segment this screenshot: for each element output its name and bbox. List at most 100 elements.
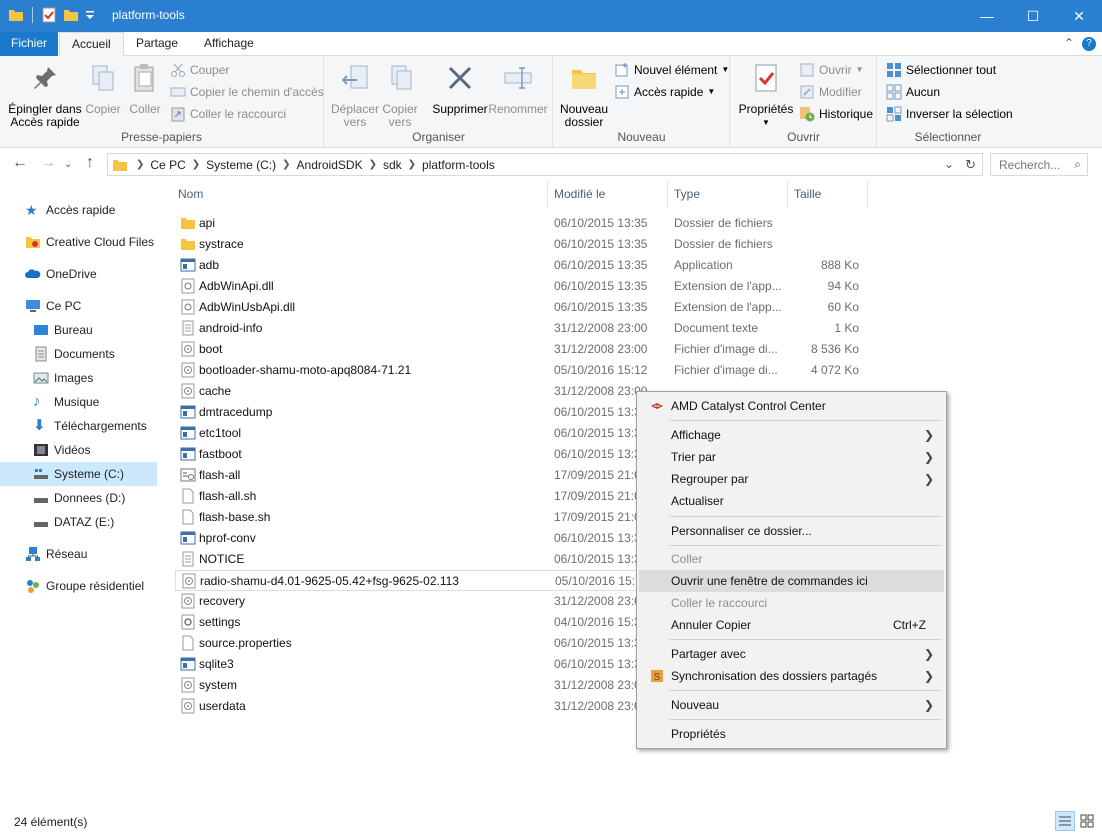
- menu-amd-catalyst[interactable]: AMD Catalyst Control Center: [639, 395, 944, 417]
- tab-home[interactable]: Accueil: [59, 32, 124, 57]
- nav-documents[interactable]: Documents: [0, 342, 157, 366]
- move-to-button[interactable]: Déplacer vers: [329, 60, 381, 129]
- new-item-button[interactable]: Nouvel élément ▼: [614, 60, 729, 80]
- address-bar[interactable]: ❯ Ce PC ❯ Systeme (C:) ❯ AndroidSDK ❯ sd…: [107, 153, 983, 176]
- breadcrumb-separator-icon[interactable]: ❯: [190, 159, 202, 170]
- paste-shortcut-button[interactable]: Coller le raccourci: [170, 104, 286, 124]
- menu-properties[interactable]: Propriétés: [639, 723, 944, 745]
- menu-refresh[interactable]: Actualiser: [639, 490, 944, 512]
- nav-onedrive[interactable]: OneDrive: [0, 262, 157, 286]
- menu-paste[interactable]: Coller: [639, 548, 944, 570]
- file-name: adb: [199, 258, 220, 272]
- nav-quick-access[interactable]: ★ Accès rapide: [0, 198, 157, 222]
- tab-view[interactable]: Affichage: [192, 32, 266, 56]
- nav-downloads[interactable]: ⬇ Téléchargements: [0, 414, 157, 438]
- tab-share[interactable]: Partage: [124, 32, 190, 56]
- menu-sort-by[interactable]: Trier par ❯: [639, 446, 944, 468]
- breadcrumb-separator-icon[interactable]: ❯: [280, 159, 292, 170]
- collapse-ribbon-icon[interactable]: ⌃: [1064, 36, 1074, 50]
- file-row[interactable]: api 06/10/2015 13:35 Dossier de fichiers: [175, 213, 865, 234]
- column-header-modified[interactable]: Modifié le: [548, 180, 668, 208]
- address-dropdown-chevron-icon[interactable]: ⌄: [944, 157, 954, 171]
- invert-selection-button[interactable]: Inverser la sélection: [886, 104, 1013, 124]
- nav-pictures[interactable]: Images: [0, 366, 157, 390]
- search-input[interactable]: Recherch... ⌕: [990, 153, 1088, 176]
- tab-file[interactable]: Fichier: [0, 32, 58, 56]
- column-header-name[interactable]: Nom: [172, 180, 548, 208]
- nav-videos[interactable]: Vidéos: [0, 438, 157, 462]
- folder-icon[interactable]: [8, 7, 24, 23]
- copy-button[interactable]: Copier: [84, 60, 122, 116]
- copy-path-button[interactable]: Copier le chemin d'accès: [170, 82, 324, 102]
- breadcrumb-separator-icon[interactable]: ❯: [406, 159, 418, 170]
- file-row[interactable]: systrace 06/10/2015 13:35 Dossier de fichi…: [175, 234, 865, 255]
- menu-share-with[interactable]: Partager avec ❯: [639, 643, 944, 665]
- menu-undo-copy[interactable]: Annuler Copier Ctrl+Z: [639, 614, 944, 636]
- copy-to-button[interactable]: Copier vers: [377, 60, 423, 129]
- customize-toolbar-icon[interactable]: [85, 7, 95, 23]
- select-none-button[interactable]: Aucun: [886, 82, 940, 102]
- breadcrumb-separator-icon[interactable]: ❯: [367, 159, 379, 170]
- large-icons-view-button[interactable]: [1077, 811, 1097, 831]
- menu-group-by[interactable]: Regrouper par ❯: [639, 468, 944, 490]
- properties-button[interactable]: Propriétés ▼: [735, 60, 797, 129]
- file-row[interactable]: AdbWinUsbApi.dll 06/10/2015 13:35 Extensio…: [175, 297, 865, 318]
- menu-paste-shortcut[interactable]: Coller le raccourci: [639, 592, 944, 614]
- details-view-button[interactable]: [1055, 811, 1075, 831]
- nav-this-pc[interactable]: Ce PC: [0, 294, 157, 318]
- close-button[interactable]: ✕: [1056, 0, 1102, 32]
- menu-open-command-window[interactable]: Ouvrir une fenêtre de commandes ici: [639, 570, 944, 592]
- menu-customize-folder[interactable]: Personnaliser ce dossier...: [639, 520, 944, 542]
- nav-music[interactable]: ♪ Musique: [0, 390, 157, 414]
- up-arrow-icon[interactable]: ↑: [86, 154, 94, 172]
- select-all-button[interactable]: Sélectionner tout: [886, 60, 996, 80]
- open-button[interactable]: Ouvrir ▼: [799, 60, 864, 80]
- forward-arrow-icon[interactable]: →: [40, 154, 56, 172]
- nav-drive-c[interactable]: Systeme (C:): [0, 462, 157, 486]
- nav-creative-cloud[interactable]: Creative Cloud Files: [0, 230, 157, 254]
- menu-new[interactable]: Nouveau ❯: [639, 694, 944, 716]
- rename-button[interactable]: Renommer: [487, 60, 549, 116]
- nav-music-label: Musique: [54, 395, 100, 409]
- menu-sync-shared-folders[interactable]: S Synchronisation des dossiers partagés ❯: [639, 665, 944, 687]
- maximize-button[interactable]: ☐: [1010, 0, 1056, 32]
- paste-button[interactable]: Coller: [126, 60, 164, 116]
- breadcrumb-drive-c[interactable]: Systeme (C:): [202, 158, 280, 172]
- pin-quick-access-button[interactable]: Épingler dans Accès rapide: [6, 60, 84, 129]
- breadcrumb-platform-tools[interactable]: platform-tools: [418, 158, 499, 172]
- nav-drive-d[interactable]: Donnees (D:): [0, 486, 157, 510]
- delete-button[interactable]: Supprimer: [429, 60, 491, 116]
- breadcrumb-separator-icon[interactable]: ❯: [134, 159, 146, 170]
- new-folder-icon[interactable]: [63, 7, 79, 23]
- file-row[interactable]: android-info 31/12/2008 23:00 Document tex…: [175, 318, 865, 339]
- recent-locations-chevron-icon[interactable]: ⌄: [64, 159, 72, 170]
- nav-onedrive-label: OneDrive: [46, 267, 97, 281]
- help-icon[interactable]: ?: [1082, 37, 1096, 51]
- back-arrow-icon[interactable]: ←: [12, 154, 28, 172]
- menu-view[interactable]: Affichage ❯: [639, 424, 944, 446]
- minimize-button[interactable]: —: [964, 0, 1010, 32]
- nav-network[interactable]: Réseau: [0, 542, 157, 566]
- paste-shortcut-label: Coller le raccourci: [190, 107, 287, 121]
- file-name: settings: [199, 615, 241, 629]
- breadcrumb-sdk[interactable]: sdk: [379, 158, 406, 172]
- breadcrumb-this-pc[interactable]: Ce PC: [146, 158, 189, 172]
- new-folder-label-2: dossier: [564, 115, 604, 129]
- column-header-type[interactable]: Type: [668, 180, 788, 208]
- file-row[interactable]: boot 31/12/2008 23:00 Fichier d'image di..…: [175, 339, 865, 360]
- edit-button[interactable]: Modifier: [799, 82, 862, 102]
- nav-desktop[interactable]: Bureau: [0, 318, 157, 342]
- nav-drive-e[interactable]: DATAZ (E:): [0, 510, 157, 534]
- new-folder-button[interactable]: Nouveau dossier: [556, 60, 612, 129]
- easy-access-button[interactable]: Accès rapide ▼: [614, 82, 715, 102]
- file-row[interactable]: AdbWinApi.dll 06/10/2015 13:35 Extension d…: [175, 276, 865, 297]
- cut-button[interactable]: Couper: [170, 60, 229, 80]
- properties-icon[interactable]: [41, 7, 57, 23]
- history-button[interactable]: Historique: [799, 104, 873, 124]
- file-row[interactable]: adb 06/10/2015 13:35 Application 888 Ko: [175, 255, 865, 276]
- file-row[interactable]: bootloader-shamu-moto-apq8084-71.21 05/10…: [175, 360, 865, 381]
- refresh-icon[interactable]: ↻: [965, 157, 976, 173]
- column-header-size[interactable]: Taille: [788, 180, 868, 208]
- nav-homegroup[interactable]: Groupe résidentiel: [0, 574, 157, 598]
- breadcrumb-androidsdk[interactable]: AndroidSDK: [293, 158, 367, 172]
